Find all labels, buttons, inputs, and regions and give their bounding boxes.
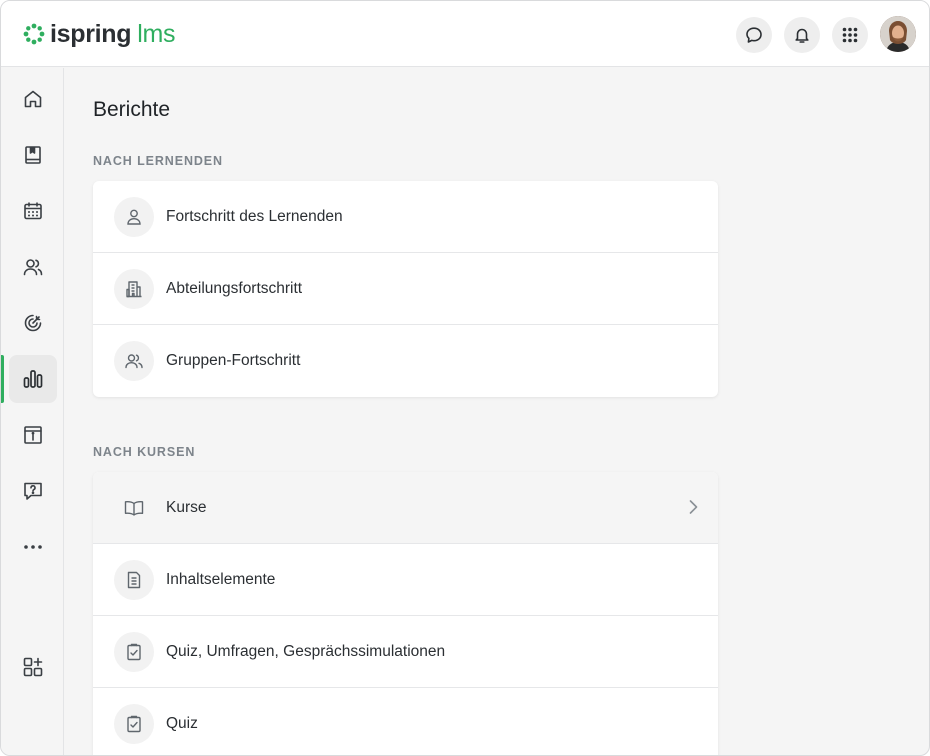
logo-text-primary: ispring <box>50 20 132 48</box>
sidebar-item-help[interactable] <box>9 467 57 515</box>
report-row-label: Fortschritt des Lernenden <box>166 207 343 225</box>
ispring-flower-icon <box>23 23 45 45</box>
chat-icon <box>746 27 762 43</box>
active-nav-indicator <box>1 355 4 403</box>
learners-report-card: Fortschritt des Lernenden Abteilungsfort… <box>93 181 718 397</box>
sidebar-item-calendar[interactable] <box>9 187 57 235</box>
sidebar-item-users[interactable] <box>9 243 57 291</box>
report-row-quizzes-surveys[interactable]: Quiz, Umfragen, Gesprächssimulationen <box>93 616 718 688</box>
sidebar-item-home[interactable] <box>9 75 57 123</box>
report-row-content-items[interactable]: Inhaltselemente <box>93 544 718 616</box>
person-icon <box>114 197 154 237</box>
report-row-label: Quiz <box>166 715 198 732</box>
report-row-label: Kurse <box>166 498 207 516</box>
user-avatar-image <box>880 16 916 52</box>
app-window: ispring lms Berichte NACH LERNENDEN Fort… <box>0 0 930 756</box>
logo-text-secondary: lms <box>137 20 176 48</box>
section-label-courses: NACH KURSEN <box>93 445 196 459</box>
report-row-label: Quiz, Umfragen, Gesprächssimulationen <box>166 642 446 660</box>
notifications-button[interactable] <box>784 17 820 53</box>
add-widget-icon <box>23 657 43 677</box>
group-icon <box>114 341 154 381</box>
report-row-quiz[interactable]: Quiz <box>93 688 718 755</box>
info-catalog-icon <box>24 426 42 444</box>
ispring-logo[interactable]: ispring lms <box>23 20 176 48</box>
report-row-department-progress[interactable]: Abteilungsfortschritt <box>93 253 718 325</box>
user-avatar[interactable] <box>880 16 916 52</box>
report-row-label: Abteilungsfortschritt <box>166 279 303 297</box>
book-icon <box>25 146 41 164</box>
calendar-icon <box>24 202 42 220</box>
open-book-icon <box>114 488 154 528</box>
top-header: ispring lms <box>1 1 929 67</box>
users-icon <box>23 259 43 276</box>
document-icon <box>114 560 154 600</box>
page-title: Berichte <box>93 98 171 121</box>
sidebar-item-catalog[interactable] <box>9 411 57 459</box>
report-row-courses[interactable]: Kurse <box>93 472 718 544</box>
sidebar-item-goals[interactable] <box>9 299 57 347</box>
report-row-label: Inhaltselemente <box>166 570 276 588</box>
report-row-learner-progress[interactable]: Fortschritt des Lernenden <box>93 181 718 253</box>
sidebar-item-more[interactable] <box>9 523 57 571</box>
more-dots-icon <box>24 545 42 549</box>
chat-button[interactable] <box>736 17 772 53</box>
courses-report-card: Kurse Inhaltselemente Quiz, Umfragen, Ge… <box>93 472 718 755</box>
bell-icon <box>795 28 809 43</box>
sidebar-item-courses[interactable] <box>9 131 57 179</box>
sidebar <box>1 68 64 755</box>
checklist-icon <box>114 704 154 744</box>
section-label-learners: NACH LERNENDEN <box>93 154 223 168</box>
apps-grid-icon <box>842 27 858 43</box>
main-content: Berichte NACH LERNENDEN Fortschritt des … <box>65 68 929 755</box>
report-row-group-progress[interactable]: Gruppen-Fortschritt <box>93 325 718 397</box>
apps-button[interactable] <box>832 17 868 53</box>
help-chat-icon <box>24 482 42 500</box>
sidebar-item-reports[interactable] <box>9 355 57 403</box>
checklist-icon <box>114 632 154 672</box>
building-icon <box>114 269 154 309</box>
report-row-label: Gruppen-Fortschritt <box>166 352 301 369</box>
chevron-right-icon <box>689 500 698 514</box>
bar-chart-icon <box>23 370 43 388</box>
target-icon <box>24 314 42 332</box>
home-icon <box>24 90 42 108</box>
sidebar-item-add-widget[interactable] <box>9 643 57 691</box>
